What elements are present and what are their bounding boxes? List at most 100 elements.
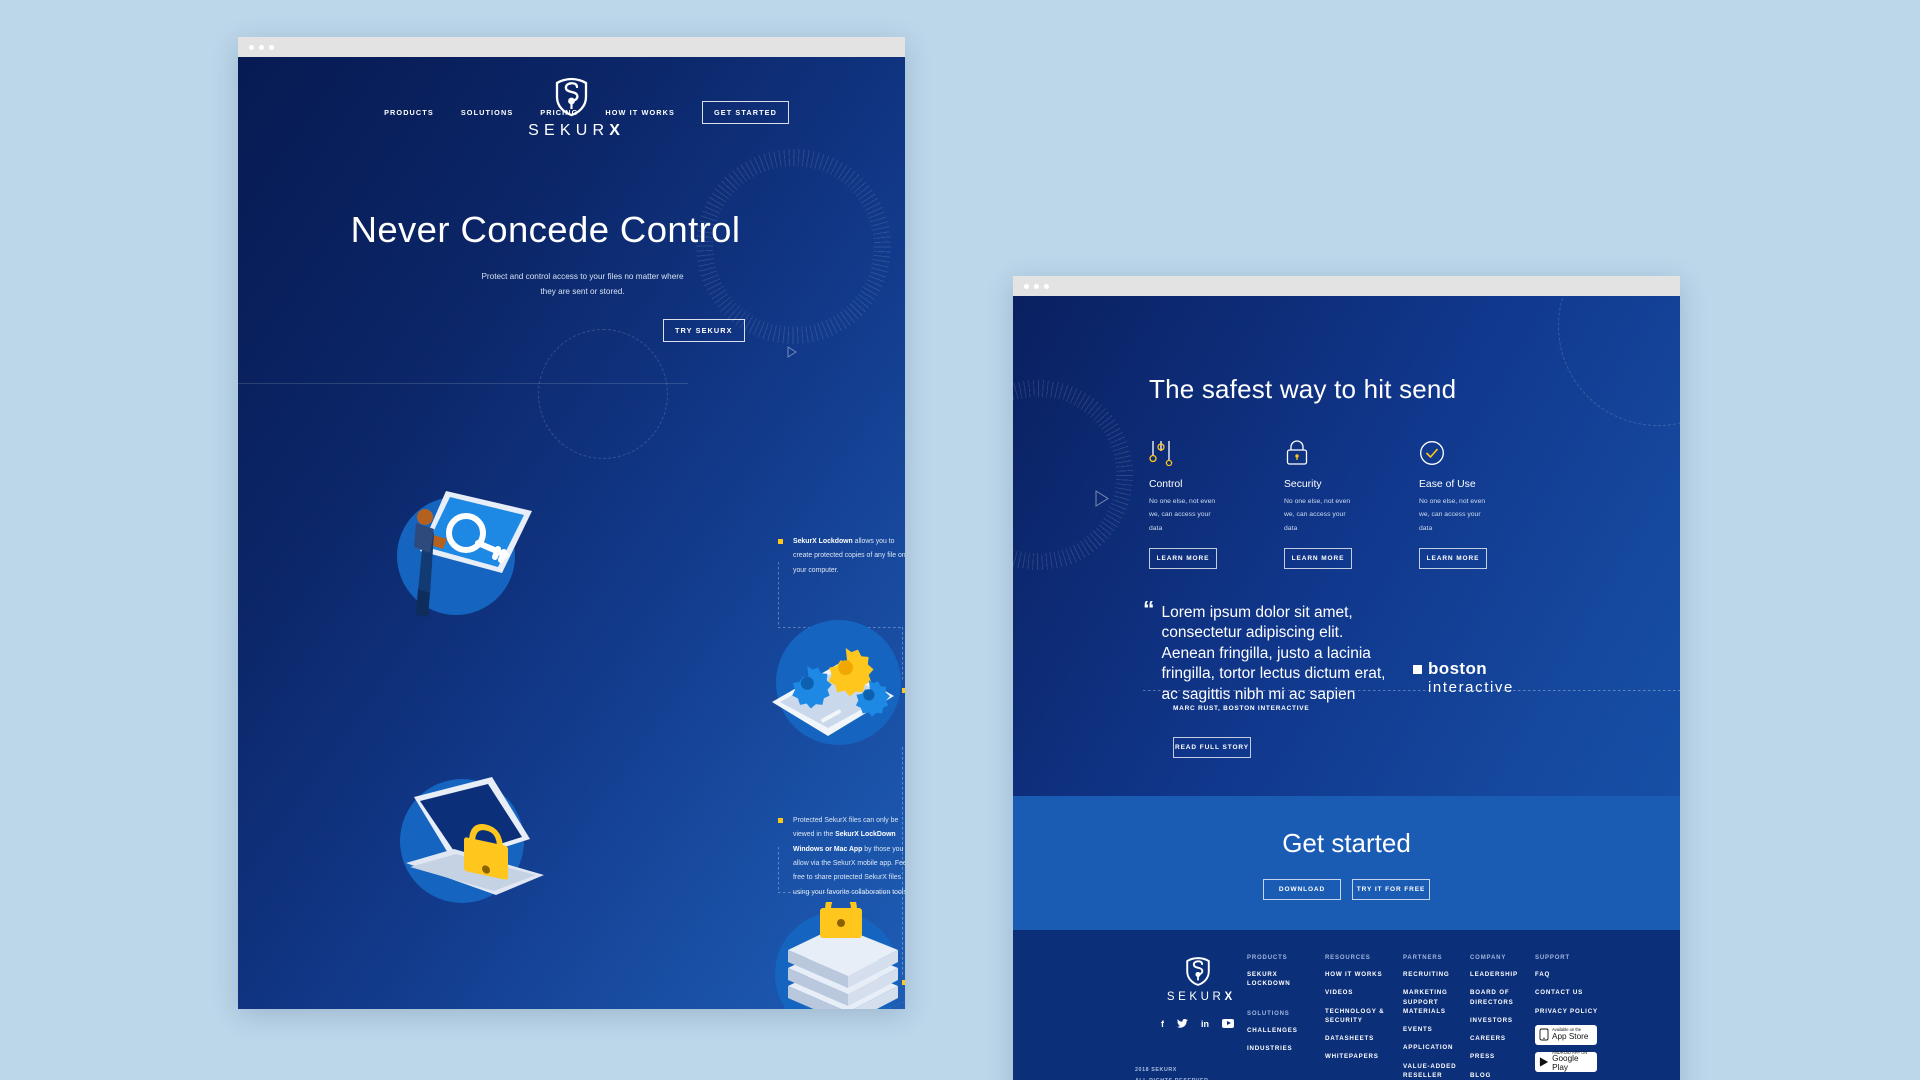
nav-link-solutions[interactable]: SOLUTIONS <box>461 108 513 117</box>
play-triangle-icon-right <box>1095 490 1109 507</box>
laptop-padlock-icon <box>406 777 544 895</box>
footer-link-investors[interactable]: INVESTORS <box>1470 1016 1526 1025</box>
app-store-badge[interactable]: Available on the App Store <box>1535 1024 1597 1045</box>
footer-link-careers[interactable]: CAREERS <box>1470 1034 1526 1043</box>
shield-lock-icon-footer <box>1185 957 1210 986</box>
feature-column-body-2: No one else, not even we, can access you… <box>1284 498 1351 532</box>
footer-heading-support: SUPPORT <box>1535 955 1570 961</box>
footer-link-videos[interactable]: VIDEOS <box>1325 988 1387 997</box>
get-started-button[interactable]: GET STARTED <box>701 101 789 124</box>
footer-link-board-directors[interactable]: BOARD OF DIRECTORS <box>1470 988 1526 1007</box>
window-dot-maximize[interactable] <box>269 44 274 50</box>
footer-heading-partners: PARTNERS <box>1403 955 1443 961</box>
feature-3-text-block: Protected SekurX files can only be viewe… <box>778 814 905 900</box>
feature-column-title-3: Ease of Use <box>1419 479 1476 490</box>
phone-gears-icon <box>772 648 894 736</box>
hero-subtitle: Protect and control access to your files… <box>481 272 684 297</box>
sunburst-decoration-right <box>1013 380 1133 570</box>
legal-copyright: 2018 SEKURX <box>1135 1067 1177 1073</box>
learn-more-button-ease[interactable]: LEARN MORE <box>1419 547 1487 569</box>
youtube-icon[interactable] <box>1222 1019 1234 1028</box>
logo-word-bold: X <box>609 122 620 139</box>
feature-3-bullet <box>778 818 783 823</box>
window-titlebar-left <box>238 37 905 57</box>
footer-logo-lockup[interactable]: SEKURX f in 2018 SEKURX ALL RIGHTS RESER… <box>1135 956 1234 1080</box>
footer-link-technology-security[interactable]: TECHNOLOGY & SECURITY <box>1325 1007 1387 1026</box>
footer-column-support: SUPPORT FAQ CONTACT US PRIVACY POLICY Av… <box>1535 955 1607 1072</box>
client-logo-line1: boston <box>1428 659 1488 678</box>
window-dot-maximize-2[interactable] <box>1044 283 1049 289</box>
dashed-circle-decoration <box>538 329 668 459</box>
footer-link-whitepapers[interactable]: WHITEPAPERS <box>1325 1052 1387 1061</box>
twitter-icon[interactable] <box>1177 1019 1188 1028</box>
footer-link-privacy-policy[interactable]: PRIVACY POLICY <box>1535 1007 1607 1016</box>
footer-link-sekurx-lockdown[interactable]: SEKURX LOCKDOWN <box>1247 970 1311 989</box>
footer-link-how-it-works[interactable]: HOW IT WORKS <box>1325 970 1387 979</box>
footer-link-application[interactable]: APPLICATION <box>1403 1043 1461 1052</box>
feature-3-connector-line <box>778 847 779 892</box>
window-dot-close-2[interactable] <box>1024 283 1029 289</box>
person-monitor-key-icon <box>414 491 532 617</box>
page-content-right: The safest way to hit send Control No on… <box>1013 296 1680 1080</box>
apple-icon <box>1539 1028 1549 1041</box>
footer-column-partners: PARTNERS RECRUITING MARKETING SUPPORT MA… <box>1403 955 1461 1080</box>
footer-link-press[interactable]: PRESS <box>1470 1052 1526 1061</box>
page-content-left: SEKURX PRODUCTS SOLUTIONS PRICING HOW IT… <box>238 57 905 1009</box>
download-button[interactable]: DOWNLOAD <box>1263 879 1341 900</box>
google-play-large-text: Google Play <box>1552 1054 1579 1073</box>
hero-title: Never Concede Control <box>350 209 741 250</box>
footer-link-var[interactable]: VALUE-ADDED RESELLER (VAR) <box>1403 1062 1461 1080</box>
nav-link-how-it-works[interactable]: HOW IT WORKS <box>605 108 675 117</box>
footer-word-bold: X <box>1224 991 1233 1003</box>
footer-link-blog[interactable]: BLOG <box>1470 1071 1526 1080</box>
feature-column-body-3: No one else, not even we, can access you… <box>1419 498 1486 532</box>
feature-3-connector-bottom <box>778 892 903 893</box>
footer-column-resources: RESOURCES HOW IT WORKS VIDEOS TECHNOLOGY… <box>1325 955 1387 1071</box>
footer-link-events[interactable]: EVENTS <box>1403 1025 1461 1034</box>
feature-1-bullet <box>778 539 783 544</box>
hero-section: Never Concede Control Protect and contro… <box>238 209 905 343</box>
footer-link-datasheets[interactable]: DATASHEETS <box>1325 1034 1387 1043</box>
app-store-large-text: App Store <box>1552 1031 1589 1041</box>
facebook-icon[interactable]: f <box>1161 1019 1164 1029</box>
footer-column-products: PRODUCTS SEKURX LOCKDOWN SOLUTIONS CHALL… <box>1247 955 1311 1062</box>
linkedin-icon[interactable]: in <box>1201 1019 1209 1029</box>
learn-more-button-security[interactable]: LEARN MORE <box>1284 547 1352 569</box>
feature-column-ease: Ease of Use No one else, not even we, ca… <box>1419 440 1494 569</box>
google-play-badge[interactable]: ANDROID APP ON Google Play <box>1535 1050 1597 1073</box>
feature-2-bullet <box>902 688 905 693</box>
footer-heading-resources: RESOURCES <box>1325 955 1371 961</box>
legal-rights: ALL RIGHTS RESERVED <box>1135 1076 1234 1080</box>
feature-2-text-block: After you create a protected file, you c… <box>902 684 905 756</box>
window-dot-minimize[interactable] <box>259 44 264 50</box>
nav-link-pricing[interactable]: PRICING <box>540 108 578 117</box>
footer-link-challenges[interactable]: CHALLENGES <box>1247 1026 1311 1035</box>
server-padlock-icon <box>788 902 898 1009</box>
footer-link-contact-us[interactable]: CONTACT US <box>1535 988 1607 997</box>
try-it-free-button[interactable]: TRY IT FOR FREE <box>1352 879 1430 900</box>
site-footer: SEKURX f in 2018 SEKURX ALL RIGHTS RESER… <box>1013 930 1680 1080</box>
dashed-circle-decoration-right <box>1558 296 1680 426</box>
feature-column-security: Security No one else, not even we, can a… <box>1284 440 1359 569</box>
sliders-icon <box>1149 441 1173 467</box>
footer-link-faq[interactable]: FAQ <box>1535 970 1607 979</box>
footer-link-leadership[interactable]: LEADERSHIP <box>1470 970 1526 979</box>
window-dot-close[interactable] <box>249 44 254 50</box>
read-full-story-button[interactable]: READ FULL STORY <box>1173 737 1251 758</box>
feature-3-text: Protected SekurX files can only be viewe… <box>793 817 905 896</box>
window-dot-minimize-2[interactable] <box>1034 283 1039 289</box>
footer-legal: 2018 SEKURX ALL RIGHTS RESERVED PRIVACY … <box>1135 1065 1234 1080</box>
footer-link-marketing-support[interactable]: MARKETING SUPPORT MATERIALS <box>1403 988 1461 1016</box>
client-logo-line2: interactive <box>1428 679 1514 696</box>
check-circle-icon <box>1420 441 1444 465</box>
footer-link-recruiting[interactable]: RECRUITING <box>1403 970 1461 979</box>
try-sekurx-button[interactable]: TRY SEKURX <box>663 319 745 343</box>
footer-heading-company: COMPANY <box>1470 955 1507 961</box>
footer-wordmark: SEKURX <box>1161 991 1234 1003</box>
social-links: f in <box>1161 1019 1234 1029</box>
nav-link-products[interactable]: PRODUCTS <box>384 108 434 117</box>
learn-more-button-control[interactable]: LEARN MORE <box>1149 547 1217 569</box>
footer-link-industries[interactable]: INDUSTRIES <box>1247 1044 1311 1053</box>
get-started-title: Get started <box>1282 828 1411 858</box>
feature-column-title-2: Security <box>1284 479 1322 490</box>
